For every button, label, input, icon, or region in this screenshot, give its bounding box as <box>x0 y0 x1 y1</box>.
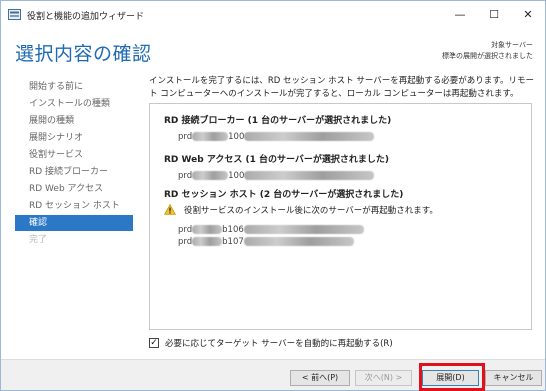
warning-icon <box>164 204 176 215</box>
redacted-text <box>192 171 229 180</box>
server-name-suffix: 100 <box>228 132 245 142</box>
page-title: 選択内容の確認 <box>15 43 152 65</box>
server-name-suffix: b106 <box>222 225 244 235</box>
server-manager-icon <box>8 9 21 20</box>
redacted-text <box>192 225 223 234</box>
window-title: 役割と機能の追加ウィザード <box>27 12 145 22</box>
nav-item-role-services[interactable]: 役割サービス <box>15 147 133 163</box>
redacted-text <box>243 237 354 246</box>
server-name-suffix: 100 <box>228 171 245 181</box>
wizard-window: 役割と機能の追加ウィザード — ☐ ✕ 選択内容の確認 対象サーバー 標準の展開… <box>0 0 546 391</box>
close-button[interactable]: ✕ <box>511 1 545 27</box>
nav-item-installation-type[interactable]: インストールの種類 <box>15 96 133 112</box>
server-name-prefix: prd <box>178 225 193 235</box>
server-name: prd 100 <box>178 132 375 142</box>
intro-text: インストールを完了するには、RD セッション ホスト サーバーを再起動する必要が… <box>149 76 534 99</box>
target-server-label: 対象サーバー <box>491 41 533 49</box>
minimize-button[interactable]: — <box>443 1 477 27</box>
section-heading-rd-web-access: RD Web アクセス (1 台のサーバーが選択されました) <box>164 155 390 165</box>
cancel-button[interactable]: キャンセル <box>485 370 542 386</box>
next-button[interactable]: 次へ(N) > <box>355 370 412 386</box>
nav-item-completion: 完了 <box>29 235 48 245</box>
previous-button[interactable]: < 前へ(P) <box>290 370 350 386</box>
redacted-text <box>192 132 229 141</box>
redacted-text <box>244 132 375 141</box>
nav-item-deployment-scenario[interactable]: 展開シナリオ <box>15 130 133 146</box>
warning-text: 役割サービスのインストール後に次のサーバーが再起動されます。 <box>184 206 438 216</box>
restart-checkbox[interactable]: ✓ <box>149 338 159 348</box>
server-name: prd 100 <box>178 171 375 181</box>
redacted-text <box>244 171 375 180</box>
nav-item-rd-connection-broker[interactable]: RD 接続ブローカー <box>15 164 133 180</box>
nav-item-confirmation[interactable]: 確認 <box>15 215 133 231</box>
server-name-suffix: b107 <box>222 237 244 247</box>
nav-item-rd-session-host[interactable]: RD セッション ホスト <box>15 198 133 214</box>
server-name-prefix: prd <box>178 132 193 142</box>
maximize-button[interactable]: ☐ <box>477 1 511 27</box>
target-server-value: 標準の展開が選択されました <box>442 52 533 60</box>
section-heading-rd-connection-broker: RD 接続ブローカー (1 台のサーバーが選択されました) <box>164 116 392 126</box>
server-name-prefix: prd <box>178 237 193 247</box>
nav-item-deployment-type[interactable]: 展開の種類 <box>15 113 133 129</box>
redacted-text <box>243 225 364 234</box>
nav-item-before-you-begin[interactable]: 開始する前に <box>15 79 133 95</box>
restart-checkbox-label[interactable]: 必要に応じてターゲット サーバーを自動的に再起動する(R) <box>165 337 393 349</box>
nav-item-rd-web-access[interactable]: RD Web アクセス <box>15 181 133 197</box>
server-name: prd b107 <box>178 237 354 247</box>
redacted-text <box>192 237 223 246</box>
server-name-prefix: prd <box>178 171 193 181</box>
server-name: prd b106 <box>178 225 364 235</box>
deploy-button-highlight <box>419 363 485 391</box>
section-heading-rd-session-host: RD セッション ホスト (2 台のサーバーが選択されました) <box>164 190 404 200</box>
title-bar: 役割と機能の追加ウィザード — ☐ ✕ <box>1 1 545 29</box>
selection-summary: RD 接続ブローカー (1 台のサーバーが選択されました) prd 100 RD … <box>149 103 532 330</box>
